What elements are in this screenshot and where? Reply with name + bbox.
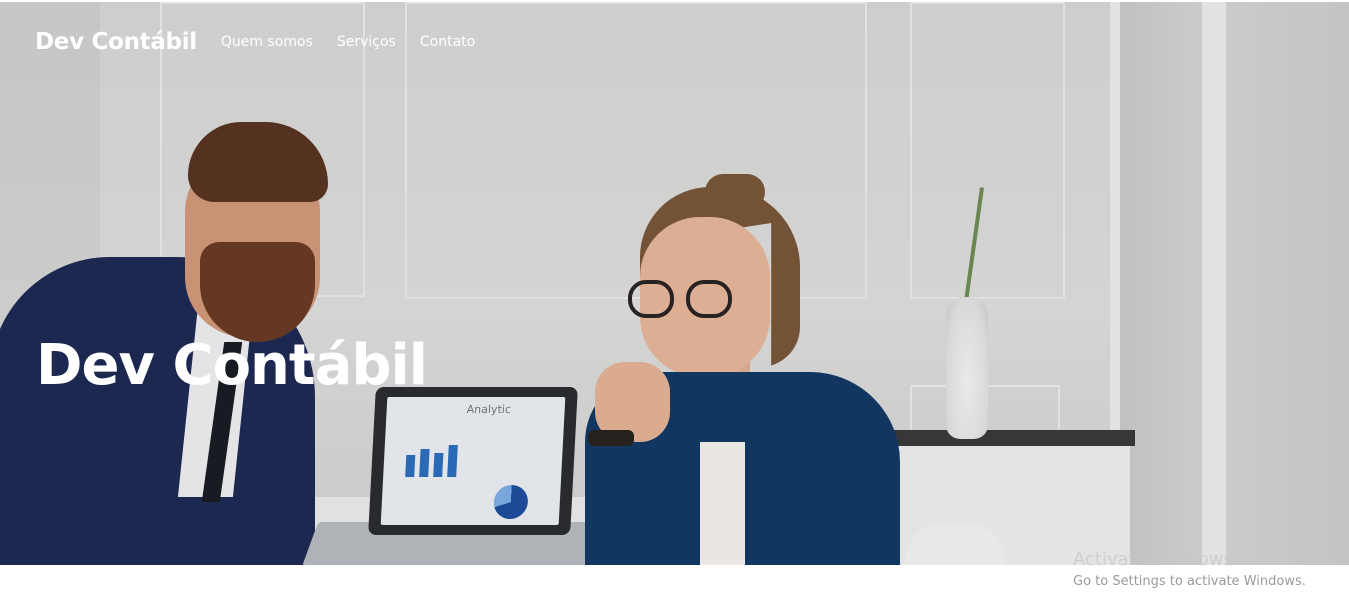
watermark-subtitle: Go to Settings to activate Windows. xyxy=(1073,574,1306,589)
nav-link-quem-somos[interactable]: Quem somos xyxy=(221,34,313,50)
brand-logo-link[interactable]: Dev Contábil xyxy=(35,29,197,55)
windows-activation-watermark: Activate Windows Go to Settings to activ… xyxy=(1073,548,1306,592)
hero-section: Analytic Dev Contábil Quem somos Serviço… xyxy=(0,2,1349,565)
nav-link-servicos[interactable]: Serviços xyxy=(337,34,396,50)
nav-link-contato[interactable]: Contato xyxy=(420,34,475,50)
watermark-title: Activate Windows xyxy=(1073,549,1233,570)
main-navbar: Dev Contábil Quem somos Serviços Contato xyxy=(35,29,475,55)
hero-title: Dev Contábil xyxy=(36,333,428,398)
